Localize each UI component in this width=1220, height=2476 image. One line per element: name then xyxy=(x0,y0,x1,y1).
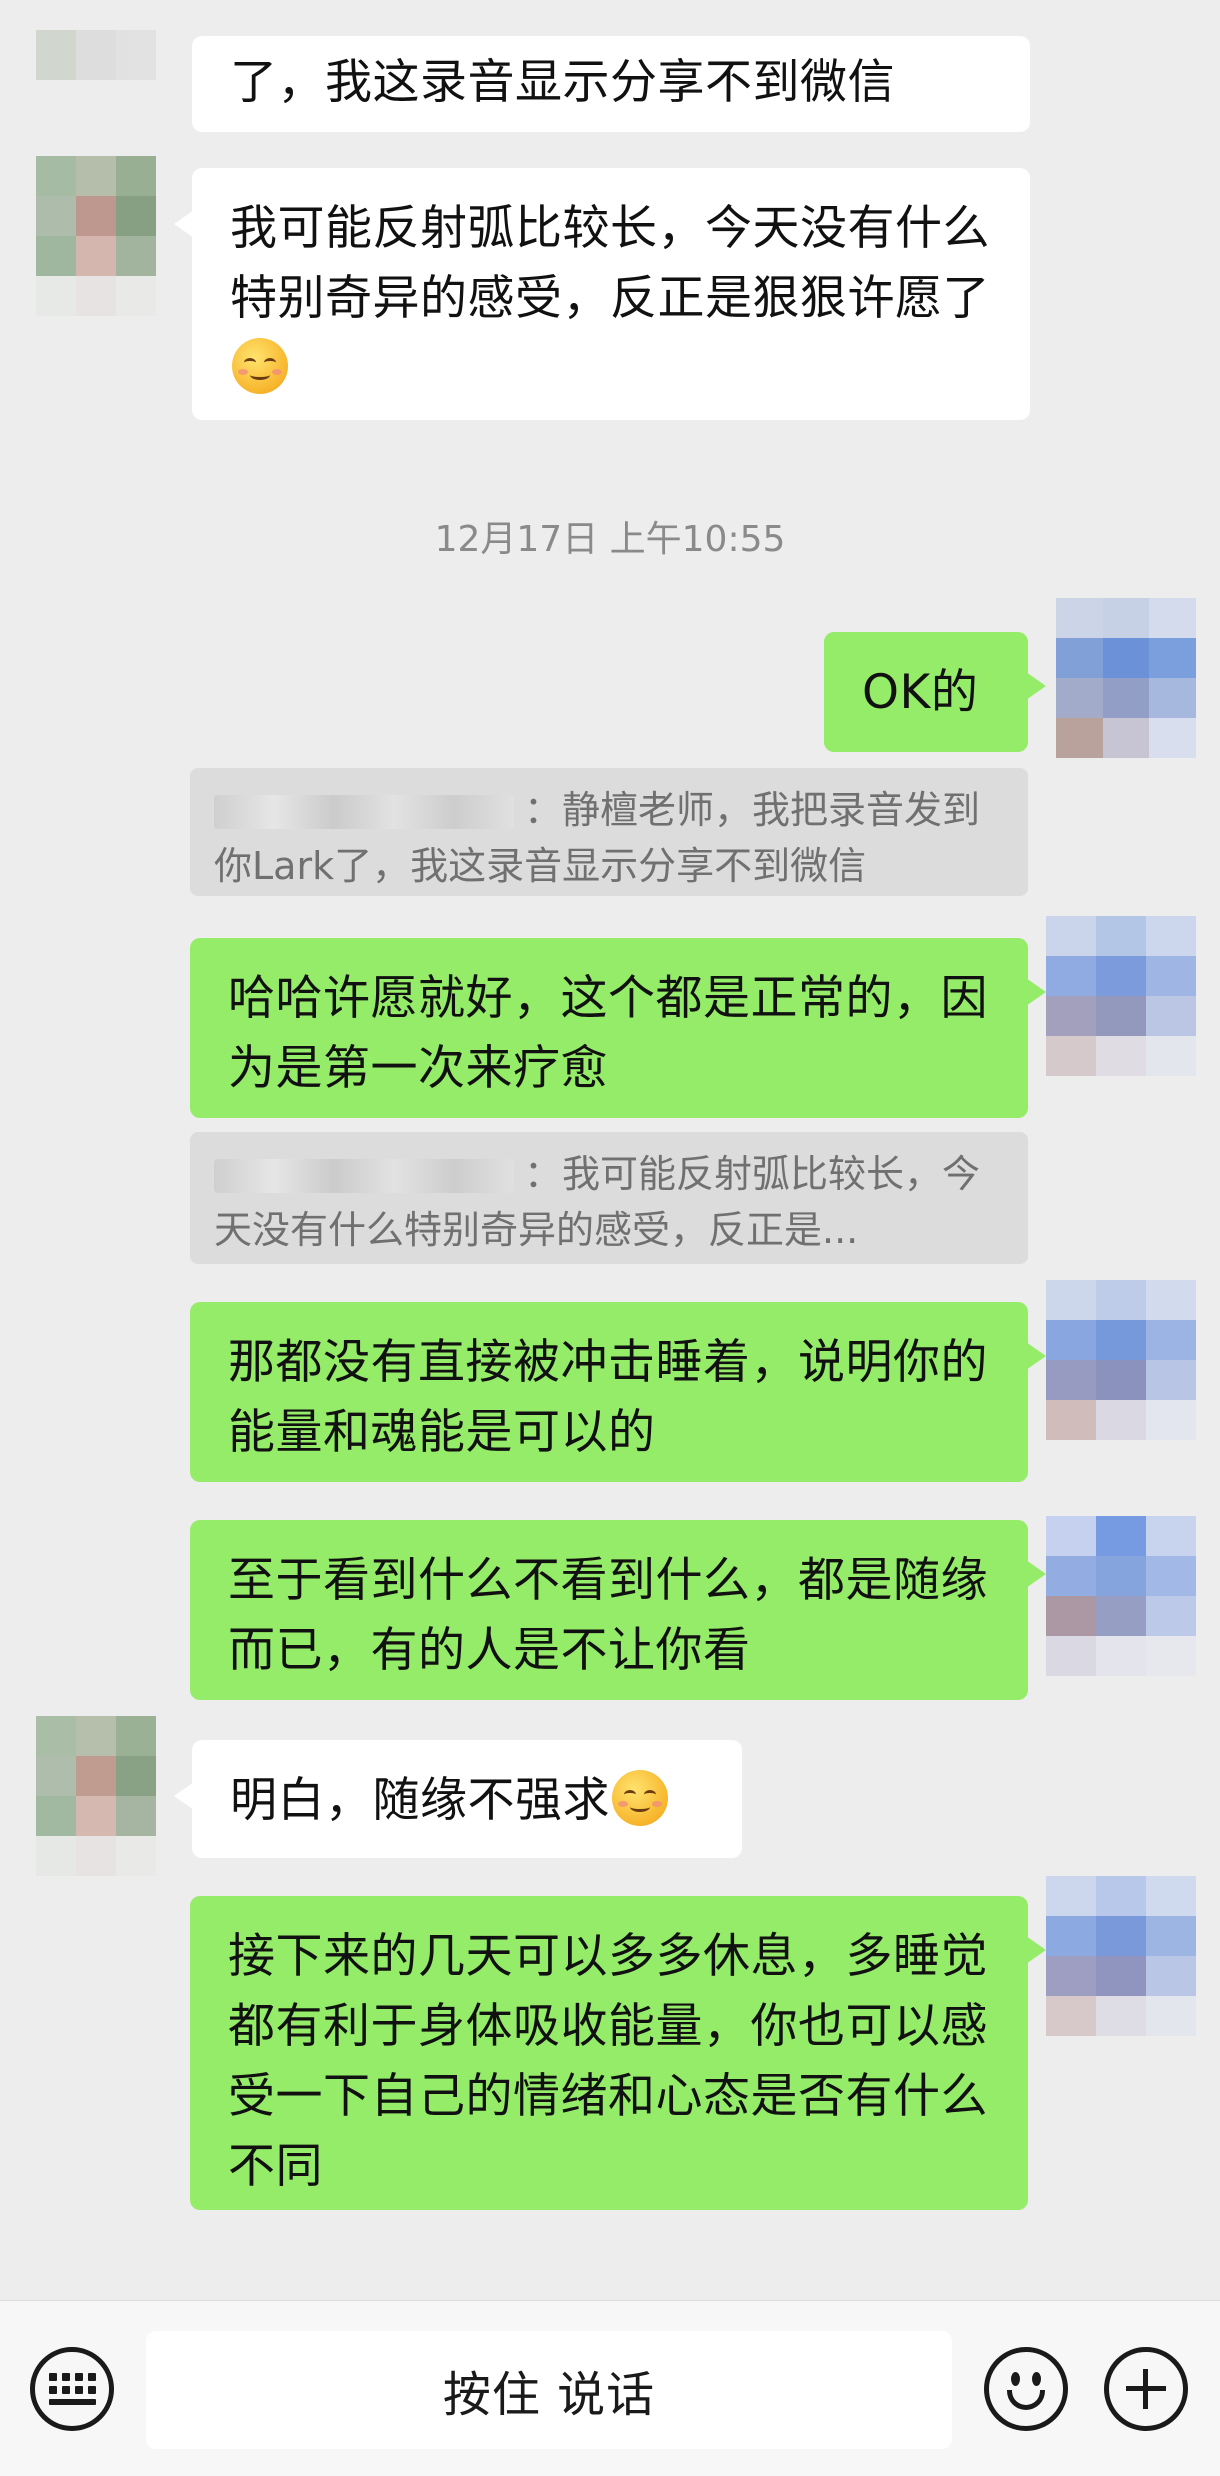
message-bubble-outgoing[interactable]: 至于看到什么不看到什么，都是随缘而已，有的人是不让你看 xyxy=(190,1520,1046,1700)
message-text: 明白，随缘不强求 xyxy=(230,1773,610,1828)
contact-avatar[interactable] xyxy=(36,156,156,316)
message-text: 至于看到什么不看到什么，都是随缘而已，有的人是不让你看 xyxy=(228,1553,988,1678)
message-text: OK的 xyxy=(862,665,979,720)
message-text: 哈哈许愿就好，这个都是正常的，因为是第一次来疗愈 xyxy=(228,971,988,1096)
quoted-sender-blurred xyxy=(214,795,514,829)
message-bubble-outgoing[interactable]: OK的 xyxy=(824,632,1046,752)
plus-icon[interactable] xyxy=(1104,2347,1188,2431)
contact-avatar[interactable] xyxy=(36,1716,156,1876)
message-bubble-incoming[interactable]: 我可能反射弧比较长，今天没有什么特别奇异的感受，反正是狠狠许愿了 xyxy=(174,168,1030,420)
message-text: 那都没有直接被冲击睡着，说明你的能量和魂能是可以的 xyxy=(228,1335,988,1460)
message-text: 接下来的几天可以多多休息，多睡觉都有利于身体吸收能量，你也可以感受一下自己的情绪… xyxy=(228,1929,988,2194)
my-avatar[interactable] xyxy=(1056,598,1196,758)
message-bubble-incoming[interactable]: 了，我这录音显示分享不到微信 xyxy=(192,36,1030,132)
contact-avatar[interactable] xyxy=(36,30,156,80)
my-avatar[interactable] xyxy=(1046,1876,1196,2036)
my-avatar[interactable] xyxy=(1046,916,1196,1076)
chat-screen: 了，我这录音显示分享不到微信 我可能反射弧比较长，今天没有什么特别奇异的感受，反… xyxy=(0,0,1220,2476)
hold-to-talk-button[interactable]: 按住 说话 xyxy=(146,2331,952,2449)
chat-timestamp: 12月17日 上午10:55 xyxy=(434,519,786,560)
my-avatar[interactable] xyxy=(1046,1516,1196,1676)
chat-input-bar: 按住 说话 xyxy=(0,2300,1220,2476)
message-bubble-outgoing[interactable]: 接下来的几天可以多多休息，多睡觉都有利于身体吸收能量，你也可以感受一下自己的情绪… xyxy=(190,1896,1046,2210)
message-bubble-outgoing[interactable]: 那都没有直接被冲击睡着，说明你的能量和魂能是可以的 xyxy=(190,1302,1046,1482)
my-avatar[interactable] xyxy=(1046,1280,1196,1440)
message-text: 了，我这录音显示分享不到微信 xyxy=(230,55,895,110)
message-bubble-incoming[interactable]: 明白，随缘不强求 xyxy=(174,1740,742,1858)
message-bubble-outgoing[interactable]: 哈哈许愿就好，这个都是正常的，因为是第一次来疗愈 xyxy=(190,938,1046,1118)
smiling-blush-emoji-icon xyxy=(232,338,288,394)
smile-emoji-icon xyxy=(612,1770,668,1826)
quoted-reply[interactable]: ：静檀老师，我把录音发到你Lark了，我这录音显示分享不到微信 xyxy=(190,768,1028,896)
quoted-reply[interactable]: ：我可能反射弧比较长，今天没有什么特别奇异的感受，反正是... xyxy=(190,1132,1028,1264)
message-text: 我可能反射弧比较长，今天没有什么特别奇异的感受，反正是狠狠许愿了 xyxy=(230,201,990,326)
emoji-icon[interactable] xyxy=(984,2347,1068,2431)
keyboard-icon[interactable] xyxy=(30,2347,114,2431)
quoted-sender-blurred xyxy=(214,1159,514,1193)
